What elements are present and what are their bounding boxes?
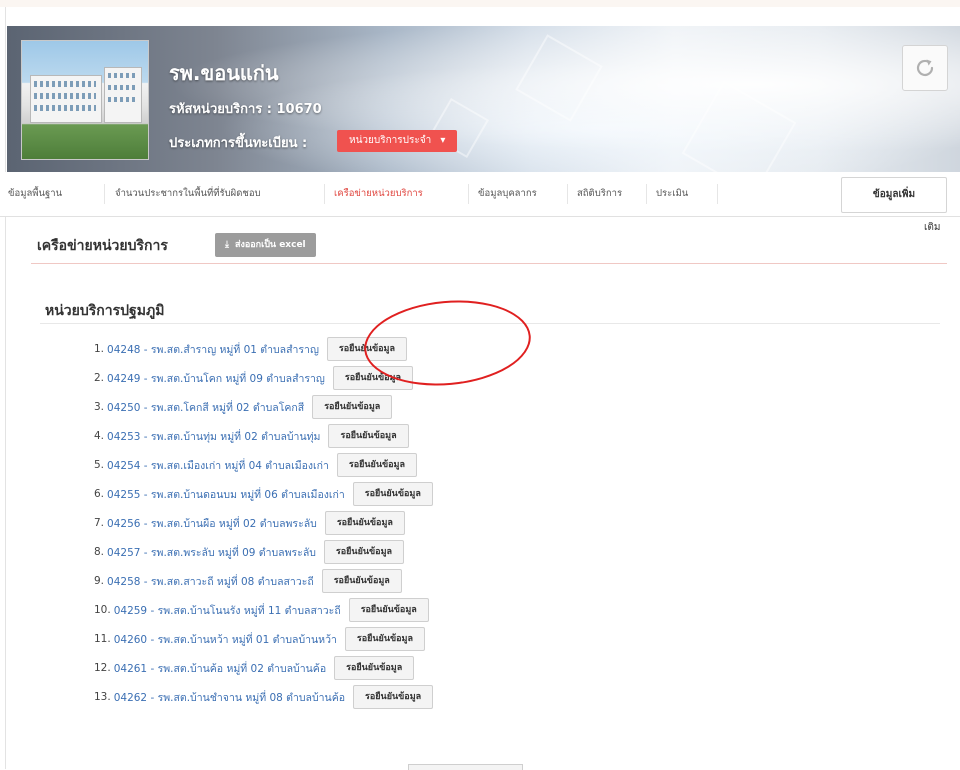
unit-number: 8.	[94, 546, 105, 558]
list-item: 2. 04249 - รพ.สต.บ้านโคก หมู่ที่ 09 ตำบล…	[94, 364, 413, 392]
service-code: รหัสหน่วยบริการ : 10670	[169, 102, 322, 117]
pending-confirmation-button[interactable]: รอยืนยันข้อมูล	[334, 656, 415, 680]
pending-confirmation-button[interactable]: รอยืนยันข้อมูล	[348, 598, 429, 622]
list-item: 4. 04253 - รพ.สต.บ้านทุ่ม หมู่ที่ 02 ตำบ…	[94, 422, 409, 450]
pending-confirmation-button[interactable]: รอยืนยันข้อมูล	[352, 482, 433, 506]
registration-type-dropdown[interactable]: หน่วยบริการประจำ ▾	[337, 130, 458, 152]
unit-number: 11.	[94, 633, 111, 645]
reload-button[interactable]	[902, 45, 948, 91]
tab-service-network[interactable]: เครือข่ายหน่วยบริการ	[334, 172, 423, 216]
pending-confirmation-button[interactable]: รอยืนยันข้อมูล	[336, 453, 417, 477]
tab-divider	[717, 184, 718, 204]
list-item: 1. 04248 - รพ.สต.สำราญ หมู่ที่ 01 ตำบลสำ…	[94, 335, 407, 363]
unit-link[interactable]: 04260 - รพ.สต.บ้านหว้า หมู่ที่ 01 ตำบลบ้…	[114, 631, 337, 648]
decorative-hexagon	[515, 34, 603, 122]
tab-assessment[interactable]: ประเมิน	[656, 172, 688, 216]
hospital-photo	[21, 40, 149, 160]
more-info-button[interactable]: ข้อมูลเพิ่ม	[841, 177, 947, 213]
pending-confirmation-button[interactable]: รอยืนยันข้อมูล	[332, 366, 413, 390]
list-item: 8. 04257 - รพ.สต.พระลับ หมู่ที่ 09 ตำบลพ…	[94, 538, 405, 566]
unit-link[interactable]: 04249 - รพ.สต.บ้านโคก หมู่ที่ 09 ตำบลสำร…	[107, 370, 325, 387]
unit-number: 5.	[94, 459, 105, 471]
unit-number: 13.	[94, 691, 111, 703]
unit-link[interactable]: 04262 - รพ.สต.บ้านชำจาน หมู่ที่ 08 ตำบลบ…	[114, 689, 345, 706]
hospital-banner: รพ.ขอนแก่น รหัสหน่วยบริการ : 10670 ประเภ…	[7, 26, 960, 172]
tab-divider	[567, 184, 568, 204]
unit-link[interactable]: 04250 - รพ.สต.โคกสี หมู่ที่ 02 ตำบลโคกสี	[107, 399, 304, 416]
unit-link[interactable]: 04254 - รพ.สต.เมืองเก่า หมู่ที่ 04 ตำบลเ…	[107, 457, 329, 474]
tab-divider	[468, 184, 469, 204]
section-divider	[31, 263, 947, 264]
more-info-button-overflow: เติม	[924, 222, 941, 233]
pending-confirmation-button[interactable]: รอยืนยันข้อมูล	[353, 685, 434, 709]
pending-confirmation-button[interactable]: รอยืนยันข้อมูล	[321, 569, 402, 593]
section-tabs: ข้อมูลพื้นฐาน จำนวนประชากรในพื้นที่ที่รั…	[0, 172, 960, 217]
unit-number: 6.	[94, 488, 105, 500]
list-item: 10. 04259 - รพ.สต.บ้านโนนรัง หมู่ที่ 11 …	[94, 596, 429, 624]
list-item: 6. 04255 - รพ.สต.บ้านดอนบม หมู่ที่ 06 ตำ…	[94, 480, 433, 508]
unit-link[interactable]: 04257 - รพ.สต.พระลับ หมู่ที่ 09 ตำบลพระล…	[107, 544, 316, 561]
registration-type-label: ประเภทการขึ้นทะเบียน :	[169, 136, 308, 151]
unit-number: 4.	[94, 430, 105, 442]
list-item: 11. 04260 - รพ.สต.บ้านหว้า หมู่ที่ 01 ตำ…	[94, 625, 425, 653]
unit-number: 7.	[94, 517, 105, 529]
pending-confirmation-button[interactable]: รอยืนยันข้อมูล	[344, 627, 425, 651]
list-item: 3. 04250 - รพ.สต.โคกสี หมู่ที่ 02 ตำบลโค…	[94, 393, 393, 421]
tab-divider	[104, 184, 105, 204]
unit-link[interactable]: 04261 - รพ.สต.บ้านค้อ หมู่ที่ 02 ตำบลบ้า…	[114, 660, 326, 677]
export-excel-button[interactable]: ⤓ ส่งออกเป็น excel	[215, 233, 316, 257]
pending-confirmation-button[interactable]: รอยืนยันข้อมูล	[328, 424, 409, 448]
list-item: 9. 04258 - รพ.สต.สาวะถี หมู่ที่ 08 ตำบลส…	[94, 567, 402, 595]
list-item: 13. 04262 - รพ.สต.บ้านชำจาน หมู่ที่ 08 ต…	[94, 683, 434, 711]
subsection-divider	[40, 323, 940, 324]
unit-link[interactable]: 04259 - รพ.สต.บ้านโนนรัง หมู่ที่ 11 ตำบล…	[114, 602, 341, 619]
tab-personnel[interactable]: ข้อมูลบุคลากร	[478, 172, 537, 216]
next-row-button-edge	[408, 764, 523, 770]
unit-link[interactable]: 04248 - รพ.สต.สำราญ หมู่ที่ 01 ตำบลสำราญ	[107, 341, 319, 358]
chevron-down-icon: ▾	[440, 135, 446, 146]
unit-link[interactable]: 04256 - รพ.สต.บ้านผือ หมู่ที่ 02 ตำบลพระ…	[107, 515, 317, 532]
page-title: เครือข่ายหน่วยบริการ	[37, 238, 168, 254]
list-item: 5. 04254 - รพ.สต.เมืองเก่า หมู่ที่ 04 ตำ…	[94, 451, 417, 479]
pending-confirmation-button[interactable]: รอยืนยันข้อมูล	[323, 540, 405, 564]
unit-link[interactable]: 04253 - รพ.สต.บ้านทุ่ม หมู่ที่ 02 ตำบลบ้…	[107, 428, 320, 445]
tab-basic-info[interactable]: ข้อมูลพื้นฐาน	[8, 172, 62, 216]
unit-number: 2.	[94, 372, 105, 384]
download-icon: ⤓	[225, 240, 229, 250]
export-excel-label: ส่งออกเป็น excel	[234, 240, 306, 250]
unit-number: 9.	[94, 575, 105, 587]
pending-confirmation-button[interactable]: รอยืนยันข้อมูล	[326, 337, 407, 361]
reload-icon	[916, 59, 934, 77]
unit-number: 12.	[94, 662, 111, 674]
unit-number: 3.	[94, 401, 105, 413]
list-item: 7. 04256 - รพ.สต.บ้านผือ หมู่ที่ 02 ตำบล…	[94, 509, 405, 537]
unit-link[interactable]: 04258 - รพ.สต.สาวะถี หมู่ที่ 08 ตำบลสาวะ…	[107, 573, 314, 590]
hospital-name: รพ.ขอนแก่น	[169, 61, 279, 85]
tab-service-stats[interactable]: สถิติบริการ	[577, 172, 622, 216]
pending-confirmation-button[interactable]: รอยืนยันข้อมูล	[312, 395, 393, 419]
top-strip	[0, 0, 960, 7]
pending-confirmation-button[interactable]: รอยืนยันข้อมูล	[324, 511, 405, 535]
page-left-border	[5, 7, 6, 769]
primary-care-heading: หน่วยบริการปฐมภูมิ	[45, 303, 165, 319]
registration-type-value: หน่วยบริการประจำ	[349, 135, 432, 146]
unit-number: 1.	[94, 343, 105, 355]
tab-divider	[646, 184, 647, 204]
tab-population[interactable]: จำนวนประชากรในพื้นที่ที่รับผิดชอบ	[115, 172, 261, 216]
unit-number: 10.	[94, 604, 111, 616]
tab-divider	[324, 184, 325, 204]
unit-link[interactable]: 04255 - รพ.สต.บ้านดอนบม หมู่ที่ 06 ตำบลเ…	[107, 486, 345, 503]
list-item: 12. 04261 - รพ.สต.บ้านค้อ หมู่ที่ 02 ตำบ…	[94, 654, 415, 682]
decorative-hexagon	[681, 80, 797, 172]
